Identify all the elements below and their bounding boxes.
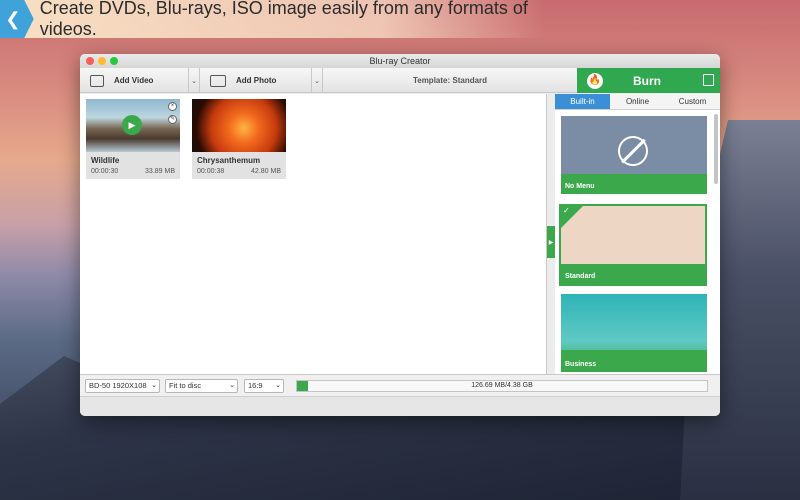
template-business[interactable]: Business	[561, 294, 707, 372]
clip-item[interactable]: Chrysanthemum 00:00:38 42.80 MB	[192, 99, 286, 179]
add-photo-button[interactable]: Add Photo	[210, 68, 310, 93]
aspect-ratio-select[interactable]: 16:9 ⌄	[244, 379, 284, 393]
burn-button[interactable]: 🔥 Burn	[577, 68, 720, 93]
clip-thumbnail[interactable]: ▶ × ✎	[86, 99, 180, 152]
add-photo-label: Add Photo	[236, 76, 277, 85]
flame-icon: 🔥	[587, 72, 603, 89]
chevron-left-icon: ❮	[0, 0, 34, 38]
zoom-window-button[interactable]	[110, 57, 118, 65]
tab-online[interactable]: Online	[610, 94, 665, 109]
add-video-button[interactable]: Add Video	[90, 68, 188, 93]
template-panel: Built-in Online Custom No Menu ✓ Standar…	[555, 94, 720, 374]
check-icon: ✓	[561, 206, 583, 228]
template-no-menu[interactable]: No Menu	[561, 116, 707, 194]
tab-built-in[interactable]: Built-in	[555, 94, 610, 109]
photo-icon	[210, 74, 226, 87]
toolbar: Add Video ⌄ Add Photo ⌄ Template: Standa…	[80, 68, 720, 93]
clip-name: Wildlife	[91, 156, 120, 165]
template-name: Standard	[565, 273, 596, 280]
menu-icon[interactable]	[703, 74, 714, 86]
tab-custom[interactable]: Custom	[665, 94, 720, 109]
clip-item[interactable]: ▶ × ✎ Wildlife 00:00:30 33.89 MB	[86, 99, 180, 179]
disc-type-select[interactable]: BD-50 1920X108 ⌄	[85, 379, 160, 393]
chevron-down-icon: ⌄	[275, 382, 281, 389]
clip-size: 33.89 MB	[145, 168, 175, 175]
clip-duration: 00:00:38	[197, 168, 225, 175]
clip-name: Chrysanthemum	[197, 156, 261, 165]
clip-size: 42.80 MB	[251, 168, 281, 175]
minimize-window-button[interactable]	[98, 57, 106, 65]
fit-mode-select[interactable]: Fit to disc ⌄	[165, 379, 238, 393]
bottom-bar: BD-50 1920X108 ⌄ Fit to disc ⌄ 16:9 ⌄ 126.6…	[80, 374, 720, 396]
add-photo-dropdown[interactable]: ⌄	[311, 68, 323, 93]
burn-label: Burn	[633, 73, 661, 88]
promo-banner: ❮ Create DVDs, Blu-rays, ISO image easil…	[0, 0, 545, 39]
edit-icon[interactable]: ✎	[168, 115, 177, 124]
template-standard[interactable]: ✓ Standard	[559, 204, 707, 286]
clip-list: ▶ × ✎ Wildlife 00:00:30 33.89 MB Chrysan…	[80, 94, 547, 374]
scrollbar[interactable]	[714, 114, 718, 184]
banner-text: Create DVDs, Blu-rays, ISO image easily …	[39, 0, 528, 39]
status-bar	[80, 396, 720, 416]
window-title: Blu-ray Creator	[369, 56, 431, 66]
film-icon	[90, 74, 104, 87]
no-menu-icon	[618, 136, 648, 166]
chevron-down-icon: ⌄	[229, 382, 235, 389]
template-name: Business	[565, 361, 597, 368]
disc-usage-text: 126.69 MB/4.38 GB	[471, 382, 533, 389]
app-window: Blu-ray Creator Add Video ⌄ Add Photo ⌄ …	[80, 54, 720, 416]
chevron-down-icon: ⌄	[151, 382, 157, 389]
clip-duration: 00:00:30	[91, 168, 119, 175]
disc-usage-bar: 126.69 MB/4.38 GB	[296, 380, 708, 392]
template-label: Template: Standard	[412, 76, 488, 85]
titlebar: Blu-ray Creator	[80, 54, 720, 68]
close-window-button[interactable]	[86, 57, 94, 65]
template-name: No Menu	[565, 183, 595, 190]
add-video-dropdown[interactable]: ⌄	[188, 68, 200, 93]
remove-icon[interactable]: ×	[168, 102, 177, 111]
clip-thumbnail[interactable]	[192, 99, 286, 152]
add-video-label: Add Video	[114, 76, 154, 85]
play-icon[interactable]: ▶	[122, 115, 142, 135]
collapse-panel-button[interactable]: ▶	[547, 226, 555, 258]
